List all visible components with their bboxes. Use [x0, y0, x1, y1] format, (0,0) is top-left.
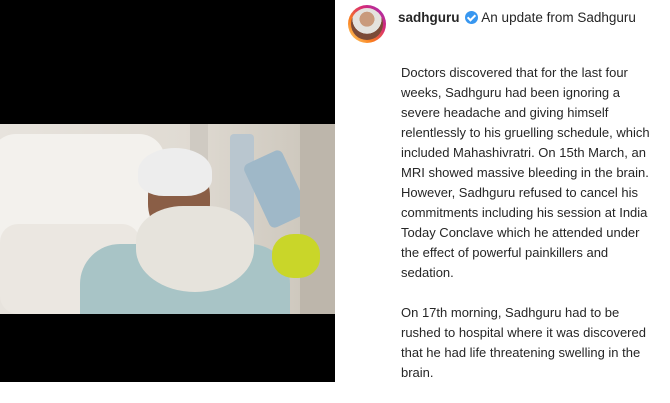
post-media-pane[interactable] — [0, 0, 335, 382]
photo-beard — [136, 206, 254, 292]
caption-paragraph: Doctors discovered that for the last fou… — [401, 65, 650, 280]
profile-avatar[interactable] — [348, 5, 386, 43]
avatar-image — [351, 8, 383, 40]
post-photo[interactable] — [0, 124, 335, 314]
verified-badge-icon — [465, 11, 479, 24]
header-text: An update from Sadhguru — [481, 10, 636, 25]
username-link[interactable]: sadhguru — [398, 10, 460, 25]
photo-bandage — [138, 148, 212, 196]
photo-wall — [300, 124, 335, 314]
post-caption: Doctors discovered that for the last fou… — [401, 63, 661, 403]
caption-paragraph: On 17th morning, Sadhguru had to be rush… — [401, 305, 646, 380]
photo-yellow-object — [272, 234, 320, 278]
post-header: sadhguru An update from Sadhguru — [398, 8, 658, 28]
